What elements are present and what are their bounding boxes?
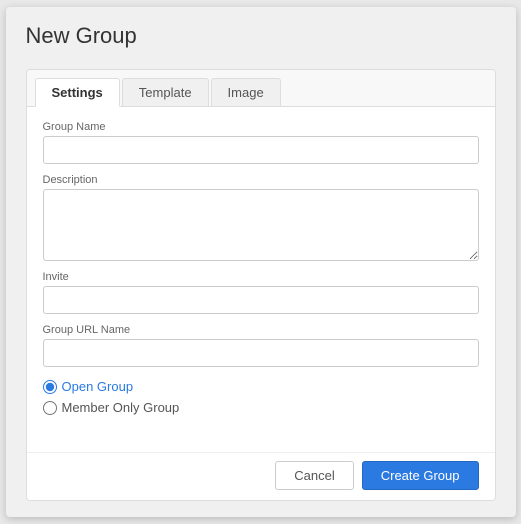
- group-type-radio-group: Open Group Member Only Group: [43, 379, 479, 415]
- tab-settings[interactable]: Settings: [35, 78, 120, 107]
- cancel-button[interactable]: Cancel: [275, 461, 353, 490]
- settings-tab-content: Group Name Description Invite Group URL …: [27, 107, 495, 452]
- group-url-input[interactable]: [43, 339, 479, 367]
- member-only-group-label: Member Only Group: [62, 400, 180, 415]
- new-group-dialog: New Group Settings Template Image Group …: [6, 7, 516, 517]
- invite-field: Invite: [43, 271, 479, 314]
- dialog-content: Settings Template Image Group Name Descr…: [26, 69, 496, 501]
- dialog-footer: Cancel Create Group: [27, 452, 495, 500]
- invite-input[interactable]: [43, 286, 479, 314]
- description-label: Description: [43, 174, 479, 186]
- group-name-label: Group Name: [43, 121, 479, 133]
- member-only-group-radio[interactable]: [43, 401, 57, 415]
- member-only-group-option[interactable]: Member Only Group: [43, 400, 479, 415]
- description-textarea[interactable]: [43, 189, 479, 261]
- open-group-radio[interactable]: [43, 380, 57, 394]
- create-group-button[interactable]: Create Group: [362, 461, 479, 490]
- tab-image[interactable]: Image: [211, 78, 281, 106]
- tab-bar: Settings Template Image: [27, 70, 495, 107]
- open-group-option[interactable]: Open Group: [43, 379, 479, 394]
- group-url-field: Group URL Name: [43, 324, 479, 367]
- group-name-input[interactable]: [43, 136, 479, 164]
- open-group-label: Open Group: [62, 379, 134, 394]
- invite-label: Invite: [43, 271, 479, 283]
- group-name-field: Group Name: [43, 121, 479, 164]
- tab-template[interactable]: Template: [122, 78, 209, 106]
- dialog-title: New Group: [26, 23, 496, 57]
- group-url-label: Group URL Name: [43, 324, 479, 336]
- description-field: Description: [43, 174, 479, 261]
